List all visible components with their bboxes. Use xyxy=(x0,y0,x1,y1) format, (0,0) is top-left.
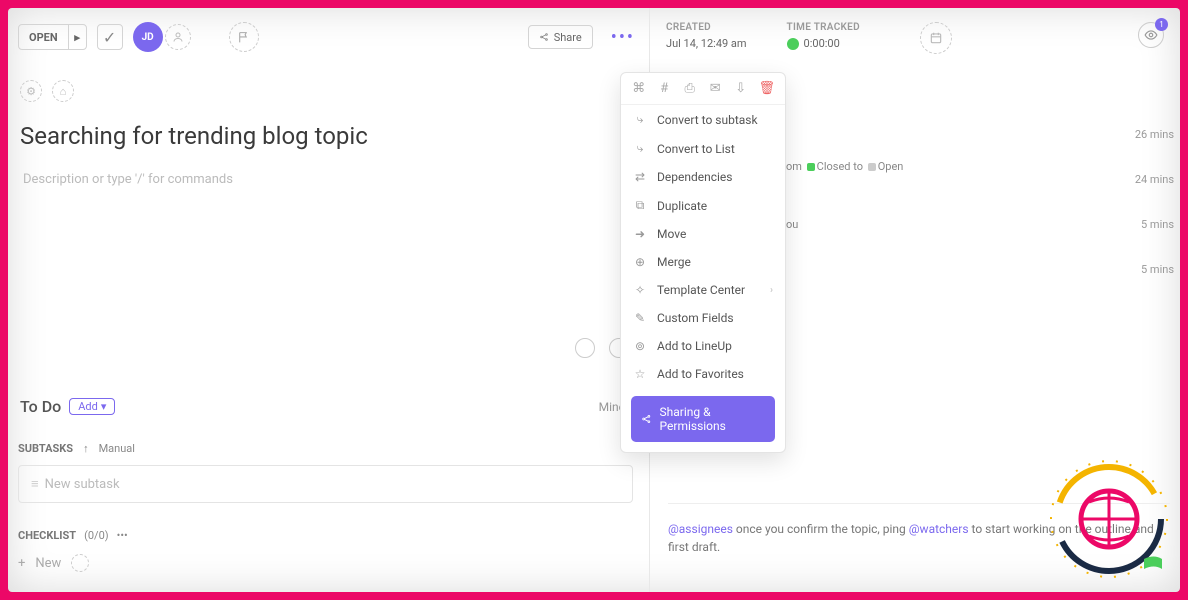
activity-time: 5 mins xyxy=(1135,218,1174,231)
menu-custom-fields[interactable]: ✎Custom Fields xyxy=(621,304,785,332)
sort-icon[interactable]: ↑ xyxy=(83,442,89,455)
link-icon[interactable]: ⌘ xyxy=(631,81,647,96)
hash-icon[interactable]: # xyxy=(657,81,673,96)
created-value: Jul 14, 12:49 am xyxy=(666,37,747,50)
print-icon[interactable] xyxy=(575,338,595,358)
sharing-permissions-button[interactable]: Sharing & Permissions xyxy=(631,396,775,442)
time-tracked-label: TIME TRACKED xyxy=(787,22,860,33)
print-icon[interactable]: ⎙ xyxy=(682,81,698,96)
due-date-button[interactable] xyxy=(920,22,952,54)
menu-convert-subtask[interactable]: ⤷Convert to subtask xyxy=(621,105,785,134)
menu-duplicate[interactable]: ⧉Duplicate xyxy=(621,191,785,220)
mention[interactable]: @watchers xyxy=(909,522,969,536)
checklist-assign-icon[interactable] xyxy=(71,554,89,572)
priority-flag-button[interactable] xyxy=(229,22,259,52)
subtasks-mode[interactable]: Manual xyxy=(99,442,135,455)
new-subtask-input[interactable]: ≡New subtask xyxy=(18,465,633,503)
mention[interactable]: @assignees xyxy=(668,522,733,536)
add-checklist-item-icon[interactable]: + xyxy=(18,556,25,571)
status-label: OPEN xyxy=(19,31,68,44)
watermark-logo xyxy=(1044,454,1174,584)
menu-template-center[interactable]: ✧Template Center› xyxy=(621,276,785,304)
created-label: CREATED xyxy=(666,22,747,33)
add-assignee-button[interactable] xyxy=(165,24,191,50)
task-actions-menu: ⌘ # ⎙ ✉ ⇩ 🗑 ⤷Convert to subtask ⤷Convert… xyxy=(620,72,786,453)
settings-icon[interactable]: ⚙ xyxy=(20,80,42,102)
play-icon[interactable] xyxy=(787,38,799,50)
task-description[interactable]: Description or type '/' for commands xyxy=(23,172,639,187)
menu-dependencies[interactable]: ⇄Dependencies xyxy=(621,163,785,191)
complete-checkbox[interactable]: ✓ xyxy=(97,24,123,50)
add-todo-button[interactable]: Add ▾ xyxy=(69,398,115,415)
activity-time: 26 mins xyxy=(1135,128,1174,141)
activity-time: 24 mins xyxy=(1135,173,1174,186)
download-icon[interactable]: ⇩ xyxy=(733,81,749,96)
task-detail-pane: OPEN ▸ ✓ JD Share ••• ⚙ ⌂ Searching for … xyxy=(8,8,650,592)
menu-move[interactable]: ➜Move xyxy=(621,220,785,248)
watchers-count: 1 xyxy=(1155,18,1168,31)
chevron-right-icon: › xyxy=(770,285,773,296)
trash-icon[interactable]: 🗑 xyxy=(759,81,776,96)
status-button[interactable]: OPEN ▸ xyxy=(18,24,87,50)
checklist-1-count: (0/0) xyxy=(84,529,109,542)
menu-merge[interactable]: ⊕Merge xyxy=(621,248,785,276)
activity-time: 5 mins xyxy=(1135,263,1174,276)
new-checklist-label[interactable]: New xyxy=(35,556,61,571)
checklist-1-label: CHECKLIST xyxy=(18,529,76,542)
more-menu-button[interactable]: ••• xyxy=(611,27,635,48)
menu-convert-list[interactable]: ⤷Convert to List xyxy=(621,134,785,163)
assignee-avatar[interactable]: JD xyxy=(133,22,163,52)
activity-status-change: om Closed to Open xyxy=(786,160,903,173)
menu-add-favorites[interactable]: ☆Add to Favorites xyxy=(621,360,785,388)
task-title[interactable]: Searching for trending blog topic xyxy=(20,122,639,150)
watchers-button[interactable]: 1 xyxy=(1138,22,1164,48)
share-button[interactable]: Share xyxy=(528,25,593,49)
checklist-1-more-icon[interactable]: ••• xyxy=(117,529,128,542)
status-caret-icon[interactable]: ▸ xyxy=(68,25,86,49)
todo-heading: To Do xyxy=(20,397,61,416)
subtasks-header: SUBTASKS xyxy=(18,442,73,455)
menu-add-lineup[interactable]: ⊚Add to LineUp xyxy=(621,332,785,360)
tag-icon[interactable]: ⌂ xyxy=(52,80,74,102)
activity-times: 26 mins 24 mins 5 mins 5 mins xyxy=(1135,128,1174,308)
activity-entry: ou xyxy=(786,218,798,231)
share-label: Share xyxy=(554,31,582,44)
time-tracked-value[interactable]: 0:00:00 xyxy=(787,37,860,50)
mail-icon[interactable]: ✉ xyxy=(708,81,724,96)
